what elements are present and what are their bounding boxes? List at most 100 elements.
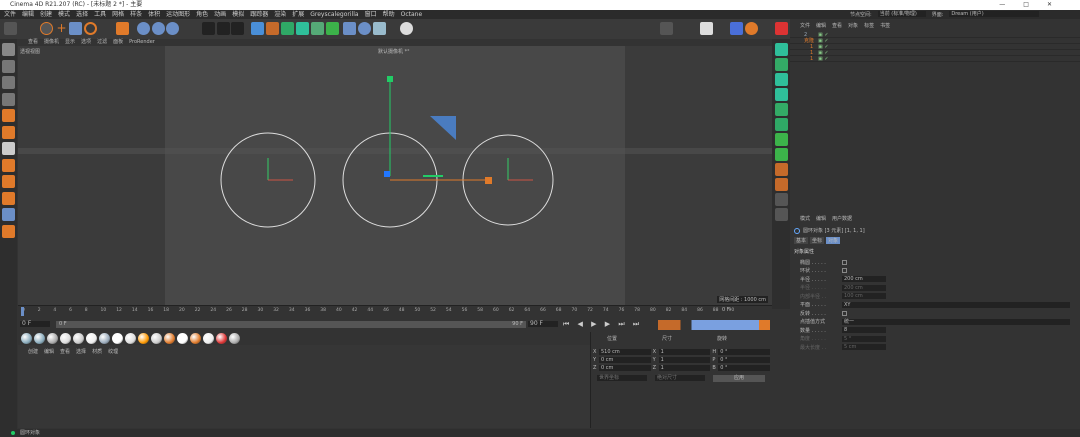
node-space-select[interactable]: 当前 (标准/物理): [877, 11, 926, 17]
coordinate-system-select[interactable]: 世界坐标: [597, 375, 647, 381]
left-tool-icon[interactable]: [2, 224, 15, 238]
material-preset-icon[interactable]: [112, 333, 123, 344]
material-preset-icon[interactable]: [86, 333, 97, 344]
om-menu-item[interactable]: 编辑: [816, 22, 826, 29]
left-tool-icon[interactable]: [2, 92, 15, 106]
keyframe-tools[interactable]: [658, 320, 770, 330]
left-tool-icon[interactable]: [2, 158, 15, 172]
coord-field[interactable]: 0 °: [718, 365, 770, 371]
material-preset-icon[interactable]: [203, 333, 214, 344]
coord-field[interactable]: 510 cm: [598, 349, 651, 355]
x-axis-icon[interactable]: [137, 22, 150, 35]
menu-item[interactable]: 模式: [58, 10, 70, 19]
right-tool-icon[interactable]: [775, 148, 788, 161]
material-menu-item[interactable]: 编辑: [44, 348, 54, 355]
am-menu-item[interactable]: 模式: [800, 215, 810, 222]
apply-button[interactable]: 应用: [713, 375, 765, 382]
left-tool-icon[interactable]: [2, 125, 15, 139]
right-tool-icon[interactable]: [775, 73, 788, 86]
visibility-tag-icon[interactable]: ▣ ✓: [818, 56, 829, 62]
render-settings-icon[interactable]: [231, 22, 244, 35]
menu-item[interactable]: 网格: [112, 10, 124, 19]
subdivision-icon[interactable]: [281, 22, 294, 35]
viewport[interactable]: 透视视图 默认摄像机 *° 网格间距 : 1000 cm: [18, 46, 772, 305]
coord-field[interactable]: 0 °: [718, 349, 770, 355]
menu-item[interactable]: 扩展: [292, 10, 304, 19]
om-menu-item[interactable]: 对象: [848, 22, 858, 29]
coord-field[interactable]: 0 cm: [598, 365, 651, 371]
window-controls[interactable]: —□✕: [999, 0, 1070, 10]
property-field[interactable]: 5 °: [842, 335, 886, 342]
property-field[interactable]: XY: [842, 301, 1070, 308]
menu-item[interactable]: 创建: [40, 10, 52, 19]
material-menu-item[interactable]: 纹理: [108, 348, 118, 355]
menu-item[interactable]: 工具: [94, 10, 106, 19]
render-view-icon[interactable]: [202, 22, 215, 35]
right-tool-icon[interactable]: [775, 88, 788, 101]
cloner-icon[interactable]: [326, 22, 339, 35]
viewport-menu-item[interactable]: 查看: [28, 39, 38, 46]
am-menu-item[interactable]: 编辑: [816, 215, 826, 222]
material-menu-item[interactable]: 创建: [28, 348, 38, 355]
move-icon[interactable]: +: [55, 22, 68, 35]
coord-field[interactable]: 1: [658, 349, 711, 355]
menu-item[interactable]: 跟踪器: [250, 10, 268, 19]
left-tool-icon[interactable]: [2, 191, 15, 205]
material-preset-icon[interactable]: [164, 333, 175, 344]
extrude-icon[interactable]: [296, 22, 309, 35]
right-tool-icon[interactable]: [775, 43, 788, 56]
start-frame-field[interactable]: 0 F: [20, 321, 50, 327]
playhead[interactable]: [21, 307, 24, 316]
coord-field[interactable]: 1: [658, 365, 711, 371]
property-field[interactable]: 200 cm: [842, 284, 886, 291]
floor-icon[interactable]: [343, 22, 356, 35]
pen-icon[interactable]: [266, 22, 279, 35]
y-axis-icon[interactable]: [152, 22, 165, 35]
coord-field[interactable]: 0 °: [718, 357, 770, 363]
checkbox[interactable]: [842, 268, 847, 274]
viewport-menu-item[interactable]: 选项: [81, 39, 91, 46]
right-tool-icon[interactable]: [775, 103, 788, 116]
material-preset-icon[interactable]: [177, 333, 188, 344]
material-menu-item[interactable]: 材质: [92, 348, 102, 355]
material-preset-icon[interactable]: [190, 333, 201, 344]
viewport-menu-item[interactable]: 过滤: [97, 39, 107, 46]
viewport-menu-item[interactable]: 面板: [113, 39, 123, 46]
material-preset-icon[interactable]: [47, 333, 58, 344]
property-field[interactable]: 统一: [842, 318, 1070, 325]
property-field[interactable]: 100 cm: [842, 293, 886, 300]
right-tool-icon[interactable]: [775, 193, 788, 206]
menu-item[interactable]: 样条: [130, 10, 142, 19]
viewport-menu-item[interactable]: 摄像机: [44, 39, 59, 46]
recent-tool-icon[interactable]: [116, 22, 129, 35]
tab-0[interactable]: 基本: [794, 237, 809, 244]
menu-item[interactable]: 窗口: [365, 10, 377, 19]
light-icon[interactable]: [400, 22, 413, 35]
interface-select[interactable]: Dream (用户): [949, 11, 1040, 17]
right-tool-icon[interactable]: [775, 178, 788, 191]
material-preset-icon[interactable]: [60, 333, 71, 344]
scale-icon[interactable]: [69, 22, 82, 35]
render-icon[interactable]: [217, 22, 230, 35]
z-axis-icon[interactable]: [166, 22, 179, 35]
rotate-icon[interactable]: [84, 22, 97, 35]
checkbox[interactable]: [842, 310, 847, 316]
timeline-ruler[interactable]: 0246810121416182022242628303234363840424…: [18, 305, 772, 319]
viewport-menu-item[interactable]: ProRender: [129, 39, 155, 46]
right-tool-icon[interactable]: [775, 163, 788, 176]
right-tool-icon[interactable]: [775, 133, 788, 146]
property-field[interactable]: 5 cm: [842, 344, 886, 351]
menu-item[interactable]: 体积: [148, 10, 160, 19]
menu-item[interactable]: 角色: [196, 10, 208, 19]
menu-item[interactable]: 运动图形: [166, 10, 190, 19]
left-tool-icon[interactable]: [2, 175, 15, 188]
octane-icon[interactable]: [660, 22, 673, 35]
camera-icon[interactable]: [373, 22, 386, 35]
coord-field[interactable]: 1: [658, 357, 711, 363]
playback-controls[interactable]: ⏮ ◀ ▶ ▶ ⏭ ⏭: [563, 320, 642, 329]
viewport-menu-item[interactable]: 显示: [65, 39, 75, 46]
material-preset-icon[interactable]: [216, 333, 227, 344]
menu-item[interactable]: 选择: [76, 10, 88, 19]
layout-icon[interactable]: [700, 22, 713, 35]
record-icon[interactable]: [775, 22, 788, 35]
